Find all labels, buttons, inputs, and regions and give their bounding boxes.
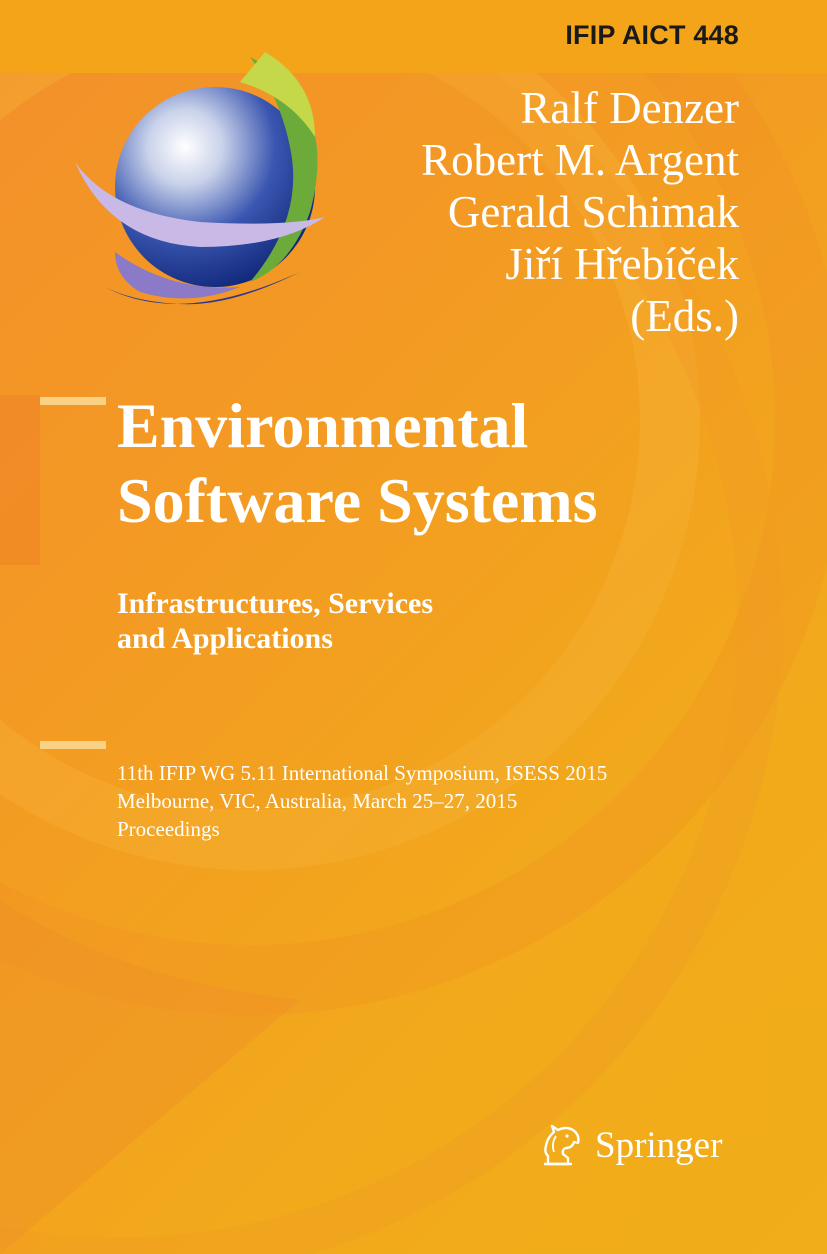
title-line: Environmental (117, 390, 529, 461)
title-accent-line (40, 397, 106, 405)
editors-block: Ralf Denzer Robert M. Argent Gerald Schi… (421, 82, 739, 342)
editor-name: Gerald Schimak (447, 187, 739, 237)
springer-horse-icon (544, 1124, 580, 1166)
event-line: Proceedings (117, 817, 220, 841)
subtitle-line: and Applications (117, 622, 333, 655)
series-label: IFIP AICT 448 (565, 20, 739, 50)
book-subtitle: Infrastructures, Services and Applicatio… (117, 586, 433, 656)
event-info: 11th IFIP WG 5.11 International Symposiu… (117, 759, 607, 843)
event-line: Melbourne, VIC, Australia, March 25–27, … (117, 789, 518, 813)
editor-name: Jiří Hřebíček (505, 239, 739, 289)
book-cover: IFIP AICT 448 Ralf Denzer Robert M. Arge… (0, 0, 827, 1254)
title-line: Software Systems (117, 465, 598, 536)
subtitle-line: Infrastructures, Services (117, 587, 434, 620)
ifip-globe-logo-icon (75, 52, 325, 305)
event-line: 11th IFIP WG 5.11 International Symposiu… (117, 761, 608, 785)
editor-name: Ralf Denzer (520, 83, 739, 133)
publisher-name: Springer (595, 1125, 723, 1166)
editor-name: Robert M. Argent (421, 135, 739, 185)
editors-suffix: (Eds.) (630, 291, 739, 341)
publisher-logo: Springer (536, 1118, 746, 1172)
event-accent-line (40, 741, 106, 749)
book-title: Environmental Software Systems (117, 388, 598, 538)
